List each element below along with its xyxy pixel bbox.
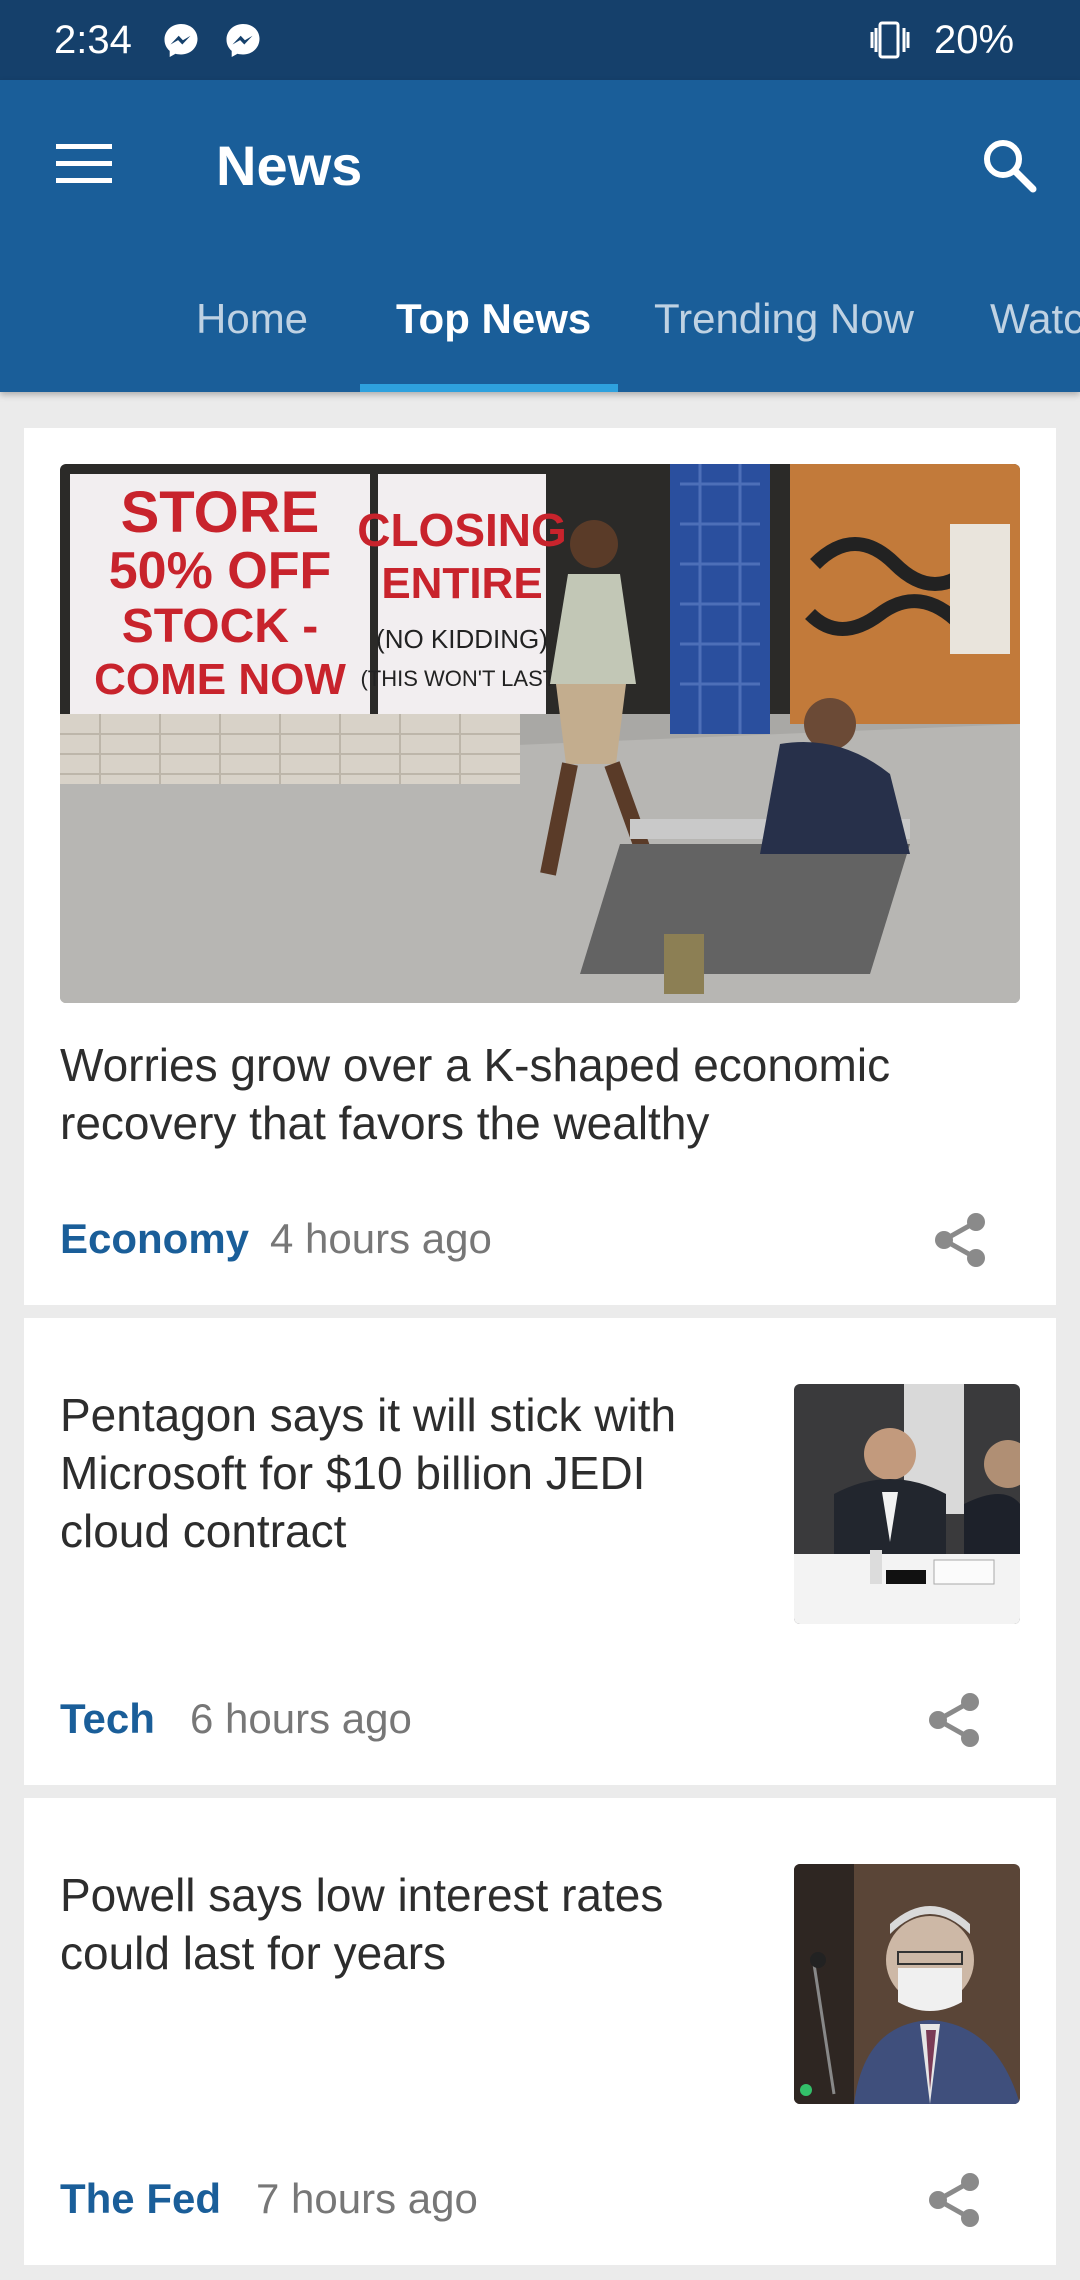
vibrate-icon bbox=[870, 21, 910, 59]
battery-level: 20% bbox=[934, 18, 1015, 62]
article-hero-image[interactable]: STORE 50% OFF STOCK - COME NOW CLOSING E… bbox=[60, 464, 1020, 1003]
sign-text: CLOSING bbox=[357, 504, 567, 556]
article-headline[interactable]: Pentagon says it will stick with Microso… bbox=[60, 1386, 760, 1560]
page-title: News bbox=[216, 134, 363, 197]
search-button[interactable] bbox=[964, 120, 1054, 210]
sign-text: 50% OFF bbox=[109, 542, 332, 600]
share-button[interactable] bbox=[912, 2158, 996, 2242]
article-category[interactable]: Economy bbox=[60, 1214, 249, 1264]
article-time: 4 hours ago bbox=[270, 1215, 492, 1262]
hamburger-menu-icon bbox=[56, 144, 112, 183]
storefront-photo: STORE 50% OFF STOCK - COME NOW CLOSING E… bbox=[60, 464, 1020, 1003]
meeting-photo bbox=[794, 1384, 1020, 1624]
active-tab-indicator bbox=[360, 384, 618, 392]
article-card-hero[interactable]: STORE 50% OFF STOCK - COME NOW CLOSING E… bbox=[24, 428, 1056, 1305]
search-icon bbox=[984, 140, 1037, 193]
article-thumbnail[interactable] bbox=[794, 1384, 1020, 1624]
status-bar: 2:34 20% bbox=[0, 0, 1080, 80]
sign-text: COME NOW bbox=[94, 655, 346, 704]
share-button[interactable] bbox=[918, 1198, 1002, 1282]
status-time: 2:34 bbox=[54, 18, 132, 62]
tab-home[interactable]: Home bbox=[196, 294, 308, 394]
sign-text: ENTIRE bbox=[381, 559, 542, 608]
messenger-icon bbox=[164, 24, 198, 57]
share-icon bbox=[929, 1693, 979, 1747]
article-headline[interactable]: Worries grow over a K-shaped economic re… bbox=[60, 1036, 1020, 1152]
article-card[interactable]: Pentagon says it will stick with Microso… bbox=[24, 1318, 1056, 1785]
tab-top-news[interactable]: Top News bbox=[396, 294, 591, 394]
tab-trending-now[interactable]: Trending Now bbox=[654, 294, 914, 394]
share-icon bbox=[929, 2173, 979, 2227]
sign-text: (NO KIDDING) bbox=[376, 624, 548, 654]
share-icon bbox=[935, 1213, 985, 1267]
portrait-photo bbox=[794, 1864, 1020, 2104]
share-button[interactable] bbox=[912, 1678, 996, 1762]
sign-text: STORE bbox=[121, 480, 320, 545]
menu-button[interactable] bbox=[36, 122, 132, 208]
messenger-icon bbox=[226, 24, 260, 57]
article-category[interactable]: The Fed bbox=[60, 2174, 221, 2224]
article-time: 6 hours ago bbox=[190, 1695, 412, 1742]
article-category[interactable]: Tech bbox=[60, 1694, 155, 1744]
sign-text: STOCK - bbox=[122, 600, 318, 653]
article-time: 7 hours ago bbox=[256, 2175, 478, 2222]
tab-watch[interactable]: Watc bbox=[990, 294, 1080, 394]
sign-text: (THIS WON'T LAST) bbox=[360, 666, 563, 691]
article-headline[interactable]: Powell says low interest rates could las… bbox=[60, 1866, 760, 1982]
app-bar: News Home Top News Trending Now Watc bbox=[0, 80, 1080, 392]
article-card[interactable]: Powell says low interest rates could las… bbox=[24, 1798, 1056, 2265]
article-thumbnail[interactable] bbox=[794, 1864, 1020, 2104]
